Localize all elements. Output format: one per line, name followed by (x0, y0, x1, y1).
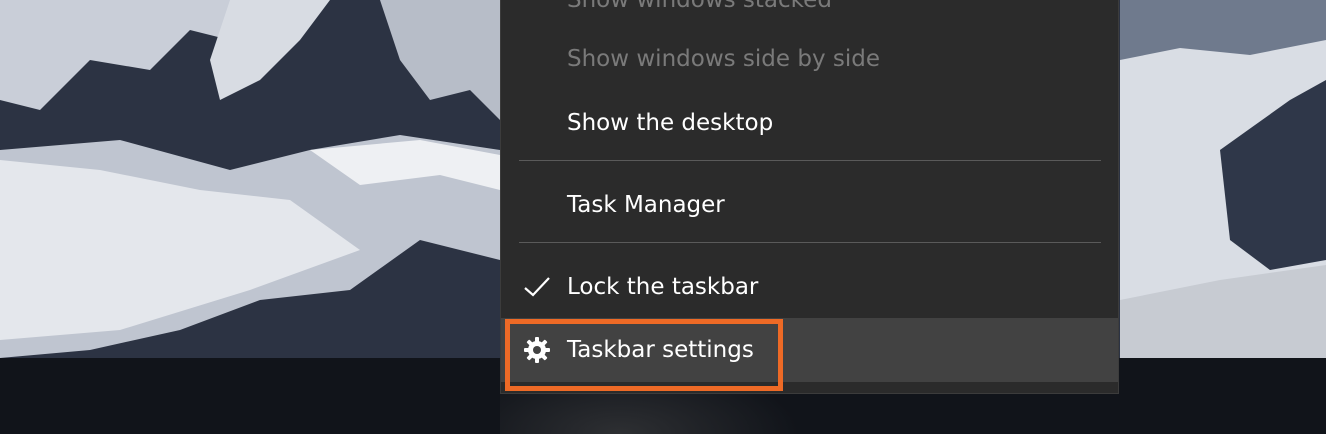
menu-item-label: Show the desktop (567, 110, 774, 136)
menu-item-label: Show windows side by side (567, 46, 881, 72)
taskbar-context-menu: Show windows stacked Show windows side b… (500, 0, 1119, 394)
menu-item-lock-the-taskbar[interactable]: Lock the taskbar (501, 255, 1118, 319)
menu-item-label: Task Manager (567, 192, 725, 218)
menu-item-label: Show windows stacked (567, 0, 832, 13)
menu-separator (519, 160, 1101, 161)
menu-item-taskbar-settings[interactable]: Taskbar settings (501, 318, 1118, 382)
menu-item-label: Taskbar settings (567, 337, 754, 363)
menu-item-show-windows-side-by-side[interactable]: Show windows side by side (501, 27, 1118, 91)
checkmark-icon (521, 271, 553, 303)
menu-item-show-the-desktop[interactable]: Show the desktop (501, 91, 1118, 155)
menu-item-task-manager[interactable]: Task Manager (501, 173, 1118, 237)
menu-separator (519, 242, 1101, 243)
gear-icon (521, 334, 553, 366)
menu-item-label: Lock the taskbar (567, 274, 759, 300)
